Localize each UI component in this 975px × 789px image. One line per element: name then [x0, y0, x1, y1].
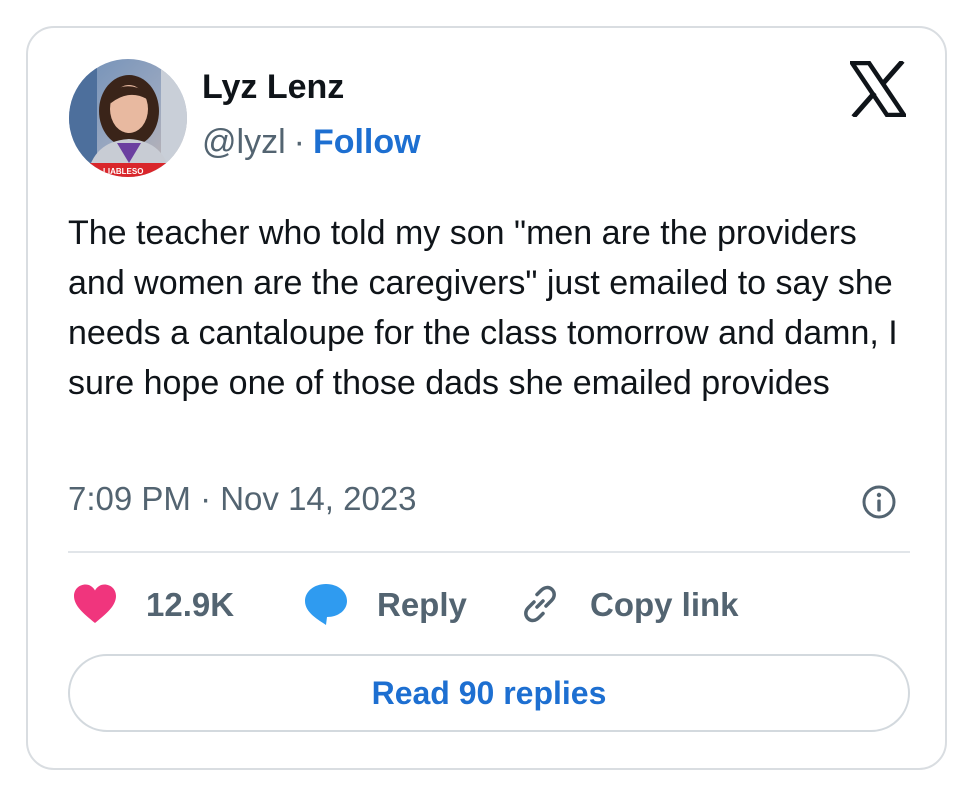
copy-link-button[interactable]: Copy link: [518, 582, 739, 626]
read-replies-button[interactable]: Read 90 replies: [68, 654, 910, 732]
avatar-caption: LIABLESO: [103, 167, 143, 176]
reply-button[interactable]: Reply: [303, 582, 467, 626]
copy-link-label: Copy link: [590, 585, 739, 623]
follow-button[interactable]: Follow: [313, 123, 421, 161]
avatar-image: LIABLESO: [69, 59, 187, 177]
author-handle[interactable]: @lyzl: [202, 123, 286, 161]
tweet-text: The teacher who told my son "men are the…: [68, 214, 898, 402]
reply-label: Reply: [377, 585, 467, 623]
x-logo-icon[interactable]: [850, 61, 906, 117]
speech-bubble-icon: [305, 584, 347, 625]
separator-dot: ·: [293, 123, 305, 161]
info-icon[interactable]: [861, 484, 897, 520]
divider: [68, 551, 910, 553]
author-name[interactable]: Lyz Lenz: [202, 70, 344, 104]
tweet-timestamp[interactable]: 7:09 PM · Nov 14, 2023: [68, 482, 417, 515]
avatar[interactable]: LIABLESO: [69, 59, 187, 177]
tweet-card: LIABLESO Lyz Lenz @lyzl · Follow The teach…: [26, 26, 947, 770]
heart-icon: [74, 584, 116, 623]
link-icon: [524, 585, 556, 623]
like-button[interactable]: 12.9K: [72, 582, 234, 626]
author-handle-row: @lyzl · Follow: [202, 125, 421, 159]
like-count: 12.9K: [146, 585, 235, 623]
